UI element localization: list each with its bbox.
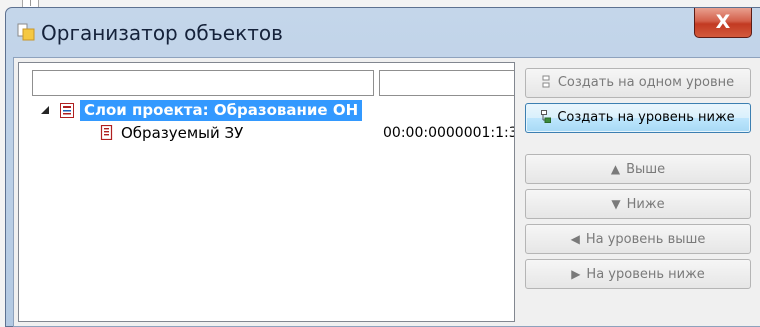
arrow-right-icon: ▶ (571, 267, 581, 281)
same-level-icon (542, 75, 550, 88)
project-layers-icon (60, 103, 74, 118)
level-up-label: На уровень выше (585, 232, 706, 247)
title-bar[interactable]: Организатор объектов X (6, 8, 760, 58)
expand-collapse-icon[interactable] (41, 106, 49, 114)
arrow-up-icon: ▲ (610, 162, 621, 176)
close-button[interactable]: X (694, 8, 752, 38)
object-tree[interactable]: Слои проекта: Образование ОН Образуемый … (18, 62, 515, 322)
create-same-level-label: Создать на одном уровне (557, 75, 735, 90)
level-up-button[interactable]: ◀ На уровень выше (525, 224, 751, 254)
create-level-below-label: Создать на уровень ниже (557, 110, 735, 125)
arrow-left-icon: ◀ (570, 232, 580, 246)
create-same-level-button[interactable]: Создать на одном уровне (525, 68, 751, 98)
level-down-button[interactable]: ▶ На уровень ниже (525, 259, 751, 289)
create-level-below-button[interactable]: Создать на уровень ниже (525, 103, 751, 133)
tree-root-node[interactable]: Слои проекта: Образование ОН (80, 100, 363, 121)
window-title: Организатор объектов (41, 21, 283, 45)
child-level-icon (541, 110, 552, 123)
move-up-label: Выше (626, 162, 666, 177)
tree-child-value: 00:00:0000001:1:3 (383, 125, 515, 141)
folder-icon (17, 23, 35, 41)
arrow-down-icon: ▼ (611, 197, 621, 211)
filter-value-field[interactable] (379, 70, 514, 96)
close-icon: X (715, 11, 731, 33)
move-up-button[interactable]: ▲ Выше (525, 154, 751, 184)
filter-name-field[interactable] (32, 70, 374, 96)
tree-child-node[interactable]: Образуемый ЗУ (121, 123, 243, 143)
document-icon (100, 125, 113, 140)
move-down-label: Ниже (626, 197, 665, 212)
level-down-label: На уровень ниже (586, 267, 705, 282)
move-down-button[interactable]: ▼ Ниже (525, 189, 751, 219)
